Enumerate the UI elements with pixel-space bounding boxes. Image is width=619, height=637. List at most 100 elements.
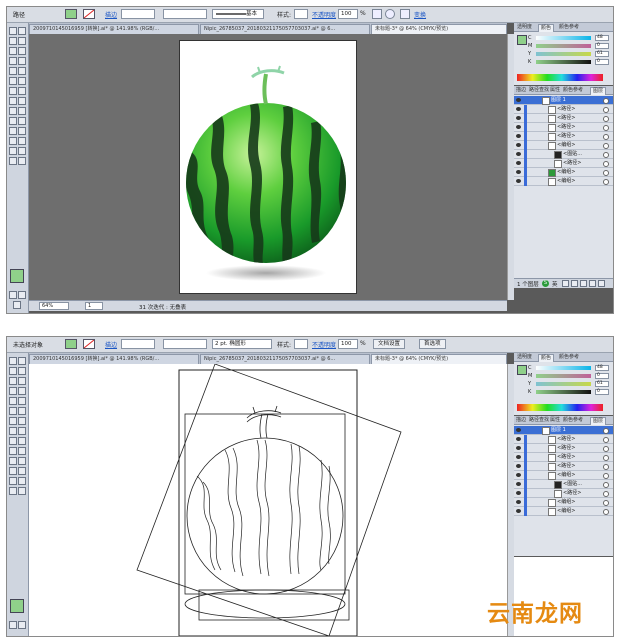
layer-row[interactable]: <路径> [514, 123, 613, 132]
tab-doc-3[interactable]: 未标题-3* @ 64% (CMYK/预览) [371, 354, 507, 364]
color-spectrum-bar[interactable] [517, 404, 603, 411]
target-icon[interactable] [603, 482, 609, 488]
channel-value[interactable]: 61 [595, 381, 609, 387]
recolor-icon[interactable] [372, 9, 382, 19]
channel-value[interactable]: 0 [595, 389, 609, 395]
eyedropper-tool-icon[interactable] [9, 127, 17, 135]
tab-color-guide[interactable]: 颜色参考 [557, 354, 581, 361]
channel-value[interactable]: 0 [595, 59, 609, 65]
channel-value[interactable]: 48 [595, 365, 609, 371]
stroke-weight-input[interactable] [121, 339, 155, 349]
graphic-style-select[interactable] [294, 339, 308, 349]
channel-value[interactable]: 48 [595, 35, 609, 41]
eye-icon[interactable] [516, 428, 521, 432]
direct-selection-tool-icon[interactable] [18, 27, 26, 35]
opacity-input[interactable]: 100 [338, 339, 358, 349]
target-icon[interactable] [603, 179, 609, 185]
line-tool-icon[interactable] [9, 57, 17, 65]
eye-icon[interactable] [516, 473, 521, 477]
color-mode-icon[interactable] [9, 291, 17, 299]
eye-icon[interactable] [516, 134, 521, 138]
target-icon[interactable] [603, 134, 609, 140]
layer-row[interactable]: <路径> [514, 489, 613, 498]
eye-icon[interactable] [516, 152, 521, 156]
layer-row[interactable]: <路径> [514, 435, 613, 444]
target-icon[interactable] [603, 161, 609, 167]
tab-color[interactable]: 颜色 [538, 354, 555, 362]
tab-doc-3[interactable]: 未标题-3* @ 64% (CMYK/预览) [371, 24, 507, 34]
selection-tool-icon[interactable] [9, 27, 17, 35]
paintbrush-tool-icon[interactable] [9, 67, 17, 75]
type-tool-icon[interactable] [18, 377, 26, 385]
scale-tool-icon[interactable] [18, 87, 26, 95]
blob-brush-tool-icon[interactable] [9, 77, 17, 85]
fill-color-swatch[interactable] [10, 269, 24, 283]
tab-doc-2[interactable]: Nipic_26785037_20180321175057703037.ai* … [200, 24, 370, 34]
hand-tool-icon[interactable] [9, 487, 17, 495]
channel-slider[interactable] [536, 374, 591, 378]
target-icon[interactable] [603, 152, 609, 158]
artboard-number-input[interactable]: 1 [85, 302, 103, 310]
perspective-grid-tool-icon[interactable] [18, 107, 26, 115]
tab-transparency[interactable]: 透明度 [515, 354, 534, 361]
eye-icon[interactable] [516, 482, 521, 486]
channel-slider[interactable] [536, 390, 591, 394]
target-icon[interactable] [603, 98, 609, 104]
tab-stroke[interactable]: 描边 [514, 87, 528, 94]
watermelon-outline-view[interactable] [29, 364, 507, 636]
eraser-tool-icon[interactable] [18, 407, 26, 415]
layer-row[interactable]: <编组> [514, 471, 613, 480]
brush-definition-select[interactable]: 基本 [212, 9, 264, 19]
target-icon[interactable] [603, 455, 609, 461]
variable-width-profile[interactable] [163, 9, 207, 19]
layer-row[interactable]: <编组> [514, 177, 613, 186]
symbol-sprayer-tool-icon[interactable] [9, 137, 17, 145]
stroke-link[interactable]: 描边 [105, 340, 117, 349]
symbol-sprayer-tool-icon[interactable] [9, 467, 17, 475]
lasso-tool-icon[interactable] [18, 37, 26, 45]
opacity-input[interactable]: 100 [338, 9, 358, 19]
layer-row[interactable]: <路径> [514, 159, 613, 168]
fill-swatch[interactable] [65, 339, 77, 349]
watermelon-illustration[interactable] [180, 41, 358, 295]
brush-definition-select[interactable]: 2 pt. 椭圆形 [212, 339, 272, 349]
blob-brush-tool-icon[interactable] [9, 407, 17, 415]
ime-language[interactable]: 英 [552, 280, 558, 288]
artboard-tool-icon[interactable] [9, 477, 17, 485]
tab-layers[interactable]: 图层 [590, 417, 607, 425]
width-tool-icon[interactable] [9, 427, 17, 435]
blend-tool-icon[interactable] [18, 457, 26, 465]
tab-color-guide[interactable]: 颜色参考 [557, 24, 581, 31]
eye-icon[interactable] [516, 125, 521, 129]
free-transform-tool-icon[interactable] [18, 427, 26, 435]
color-panel-fill-swatch[interactable] [517, 35, 527, 45]
document-setup-button[interactable]: 文档设置 [373, 339, 406, 349]
paintbrush-tool-icon[interactable] [9, 397, 17, 405]
layer-row[interactable]: <路径> [514, 132, 613, 141]
eye-icon[interactable] [516, 500, 521, 504]
fill-swatch[interactable] [65, 9, 77, 19]
eyedropper-tool-icon[interactable] [9, 457, 17, 465]
type-tool-icon[interactable] [18, 47, 26, 55]
line-tool-icon[interactable] [9, 387, 17, 395]
target-icon[interactable] [603, 170, 609, 176]
layer-row[interactable]: <编组> [514, 141, 613, 150]
perspective-grid-tool-icon[interactable] [18, 437, 26, 445]
rectangle-tool-icon[interactable] [18, 387, 26, 395]
layer-row[interactable]: <路径> [514, 453, 613, 462]
screen-mode-icon[interactable] [13, 301, 21, 309]
vertical-scrollbar[interactable] [507, 34, 514, 300]
draw-mode-icon[interactable] [18, 291, 26, 299]
channel-slider[interactable] [536, 52, 591, 56]
layer-row[interactable]: <图贴... [514, 150, 613, 159]
pencil-tool-icon[interactable] [18, 397, 26, 405]
eye-icon[interactable] [516, 170, 521, 174]
pencil-tool-icon[interactable] [18, 67, 26, 75]
pen-tool-icon[interactable] [9, 377, 17, 385]
color-panel-fill-swatch[interactable] [517, 365, 527, 375]
eye-icon[interactable] [516, 455, 521, 459]
target-icon[interactable] [603, 509, 609, 515]
layer-row[interactable]: 图层 1 [514, 96, 613, 105]
column-graph-tool-icon[interactable] [18, 137, 26, 145]
globe-icon[interactable] [385, 9, 395, 19]
